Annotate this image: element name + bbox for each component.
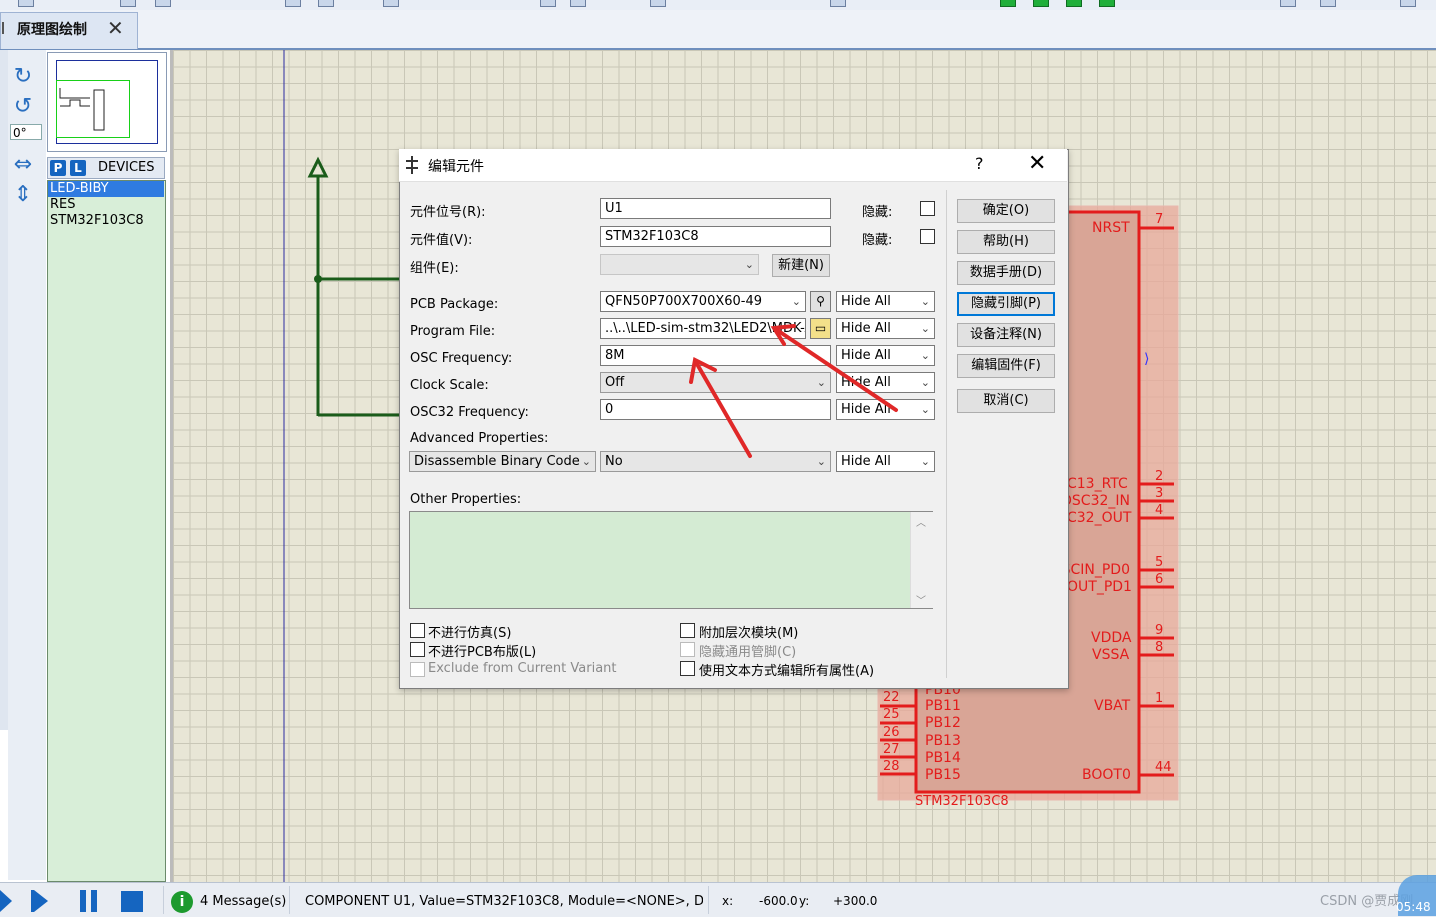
play-icon[interactable] [0,890,12,912]
x-coordinate: -600.0 [759,894,798,908]
stop-icon[interactable] [121,891,143,912]
status-divider [289,886,290,914]
status-divider [163,886,164,914]
annotation-arrow [695,362,752,458]
info-icon: i [171,891,193,913]
annotation-arrow [775,328,898,412]
y-coordinate: +300.0 [833,894,878,908]
clock-text: 05:48 [1396,900,1431,914]
status-divider [708,886,709,914]
pause-icon[interactable] [80,890,98,912]
step-icon[interactable] [34,890,48,912]
y-label: y: [799,894,810,908]
annotation-arrows [689,324,898,458]
status-text: COMPONENT U1, Value=STM32F103C8, Module=… [305,894,703,909]
x-label: x: [722,894,734,908]
message-count[interactable]: 4 Message(s) [200,894,286,909]
